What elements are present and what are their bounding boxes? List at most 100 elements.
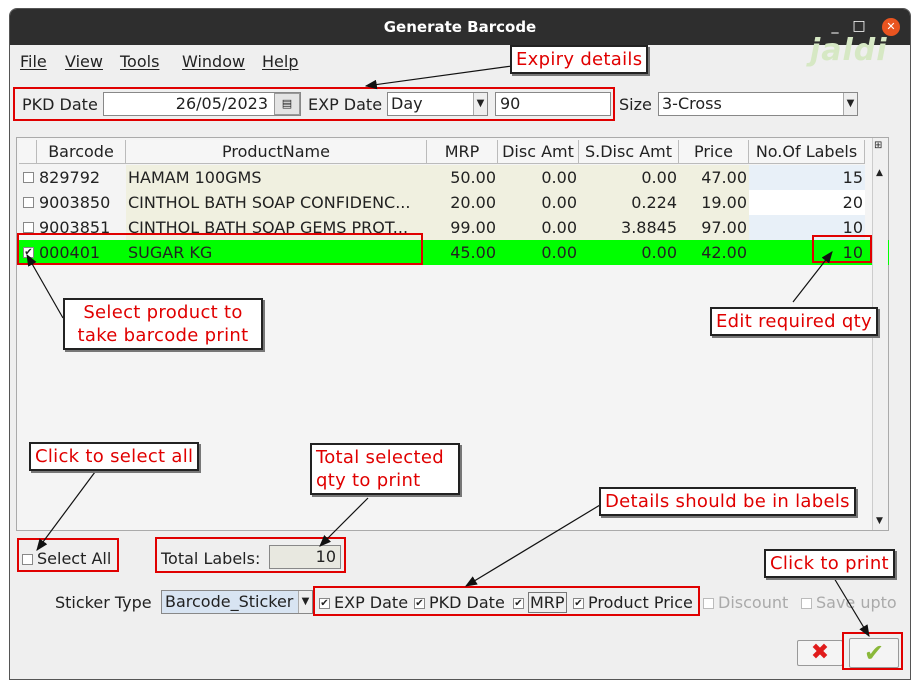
annotation-edit-qty: Edit required qty [710, 307, 878, 336]
cell-sdisc: 0.00 [579, 165, 679, 190]
option-pkd-date[interactable]: ✔ PKD Date [414, 593, 505, 612]
header-disc-amt[interactable]: Disc Amt [498, 140, 579, 164]
menu-tools[interactable]: Tools [120, 52, 159, 71]
cell-disc: 0.00 [541, 243, 577, 262]
sticker-type-dropdown[interactable]: Barcode_Sticker ▼ [161, 590, 313, 614]
cell-labels[interactable]: 10 [749, 215, 865, 240]
pkd-date-field[interactable]: 26/05/2023 [103, 92, 301, 116]
header-mrp[interactable]: MRP [427, 140, 498, 164]
annotation-details-labels: Details should be in labels [599, 487, 856, 516]
cell-labels[interactable]: 15 [749, 165, 865, 190]
annotation-expiry-details: Expiry details [510, 45, 649, 74]
scroll-up-icon[interactable]: ▲ [876, 168, 883, 178]
option-mrp[interactable]: ✔ MRP [513, 592, 567, 613]
cell-productname: CINTHOL BATH SOAP GEMS PROT... [126, 215, 427, 240]
window-title: Generate Barcode [383, 18, 537, 36]
green-check-icon: ✔ [863, 639, 885, 667]
cell-price: 42.00 [701, 243, 747, 262]
exp-value-field[interactable]: 90 [495, 92, 611, 116]
header-productname[interactable]: ProductName [126, 140, 427, 164]
chevron-down-icon: ▼ [298, 591, 312, 613]
annotation-select-product: Select product to take barcode print [63, 298, 263, 350]
watermark-logo: jaldi [810, 33, 888, 68]
cell-barcode: 829792 [37, 165, 126, 190]
cell-sdisc: 0.00 [641, 243, 677, 262]
chevron-down-icon: ▼ [473, 93, 487, 115]
select-all-box[interactable] [22, 554, 33, 565]
cell-mrp: 99.00 [427, 215, 498, 240]
cell-price: 97.00 [679, 215, 749, 240]
cell-barcode: 9003851 [37, 215, 126, 240]
cell-disc: 0.00 [498, 190, 579, 215]
header-barcode[interactable]: Barcode [37, 140, 126, 164]
option-exp-date[interactable]: ✔ EXP Date [319, 593, 408, 612]
header-check [19, 140, 37, 164]
table-menu-icon[interactable]: ⊞ [874, 140, 882, 151]
cell-price: 19.00 [679, 190, 749, 215]
exp-date-label: EXP Date [308, 95, 383, 114]
cell-productname: SUGAR KG [128, 243, 213, 262]
header-sdisc-amt[interactable]: S.Disc Amt [579, 140, 679, 164]
row-checkbox[interactable] [23, 197, 34, 208]
total-labels-field: 10 [269, 545, 341, 569]
checkbox-checked-icon[interactable]: ✔ [573, 598, 584, 609]
scroll-down-icon[interactable]: ▼ [876, 516, 883, 526]
size-label: Size [619, 95, 652, 114]
pkd-date-label: PKD Date [22, 95, 98, 114]
table-row[interactable]: 9003850 CINTHOL BATH SOAP CONFIDENC... 2… [19, 190, 889, 215]
chevron-down-icon: ▼ [843, 93, 857, 115]
cell-sdisc: 3.8845 [579, 215, 679, 240]
option-mrp-label: MRP [528, 592, 567, 613]
cell-barcode: 000401 [39, 243, 101, 262]
cancel-button[interactable]: ✖ [797, 640, 843, 666]
menu-window[interactable]: Window [182, 52, 245, 71]
cell-mrp: 20.00 [427, 190, 498, 215]
size-value: 3-Cross [662, 94, 722, 113]
row-checkbox[interactable] [23, 222, 34, 233]
menu-file[interactable]: File [20, 52, 47, 71]
select-all-label: Select All [37, 549, 112, 568]
option-discount[interactable]: Discount [703, 593, 788, 612]
table-row[interactable]: 829792 HAMAM 100GMS 50.00 0.00 0.00 47.0… [19, 165, 889, 190]
title-bar: Generate Barcode _ □ ✕ [10, 9, 910, 45]
exp-unit-dropdown[interactable]: Day ▼ [387, 92, 488, 116]
print-button[interactable]: ✔ [849, 638, 899, 668]
row-checkbox-checked[interactable]: ✔ [23, 247, 34, 258]
annotation-click-select-all: Click to select all [29, 442, 200, 471]
cell-productname: CINTHOL BATH SOAP CONFIDENC... [126, 190, 427, 215]
row-checkbox[interactable] [23, 172, 34, 183]
cell-disc: 0.00 [498, 215, 579, 240]
checkbox-checked-icon[interactable]: ✔ [319, 598, 330, 609]
calendar-icon[interactable]: ▤ [274, 93, 300, 115]
table-row-selected[interactable]: ✔ 000401 SUGAR KG 45.00 0.00 0.00 42.00 … [19, 240, 889, 265]
annotation-total-selected: Total selected qty to print [310, 443, 460, 495]
option-product-price[interactable]: ✔ Product Price [573, 593, 693, 612]
cell-price: 47.00 [679, 165, 749, 190]
cell-productname: HAMAM 100GMS [126, 165, 427, 190]
table-row[interactable]: 9003851 CINTHOL BATH SOAP GEMS PROT... 9… [19, 215, 889, 240]
checkbox-icon[interactable] [801, 598, 812, 609]
option-save-upto[interactable]: Save upto [801, 593, 897, 612]
checkbox-checked-icon[interactable]: ✔ [513, 598, 524, 609]
cell-sdisc: 0.224 [579, 190, 679, 215]
total-labels-label: Total Labels: [161, 549, 261, 568]
option-pkd-date-label: PKD Date [429, 593, 505, 612]
cell-mrp: 50.00 [427, 165, 498, 190]
cell-disc: 0.00 [498, 165, 579, 190]
red-x-icon: ✖ [810, 640, 830, 665]
cell-labels[interactable]: 10 [749, 240, 865, 265]
menu-view[interactable]: View [65, 52, 103, 71]
size-dropdown[interactable]: 3-Cross ▼ [658, 92, 858, 116]
option-save-upto-label: Save upto [816, 593, 897, 612]
header-no-of-labels[interactable]: No.Of Labels [749, 140, 865, 164]
header-price[interactable]: Price [679, 140, 749, 164]
checkbox-icon[interactable] [703, 598, 714, 609]
cell-labels[interactable]: 20 [749, 190, 865, 215]
select-all-checkbox[interactable]: Select All [22, 549, 111, 568]
exp-unit-value: Day [391, 94, 423, 113]
checkbox-checked-icon[interactable]: ✔ [414, 598, 425, 609]
option-discount-label: Discount [718, 593, 789, 612]
menu-bar: File View Tools Window Help [10, 49, 910, 75]
option-exp-date-label: EXP Date [334, 593, 409, 612]
menu-help[interactable]: Help [262, 52, 298, 71]
